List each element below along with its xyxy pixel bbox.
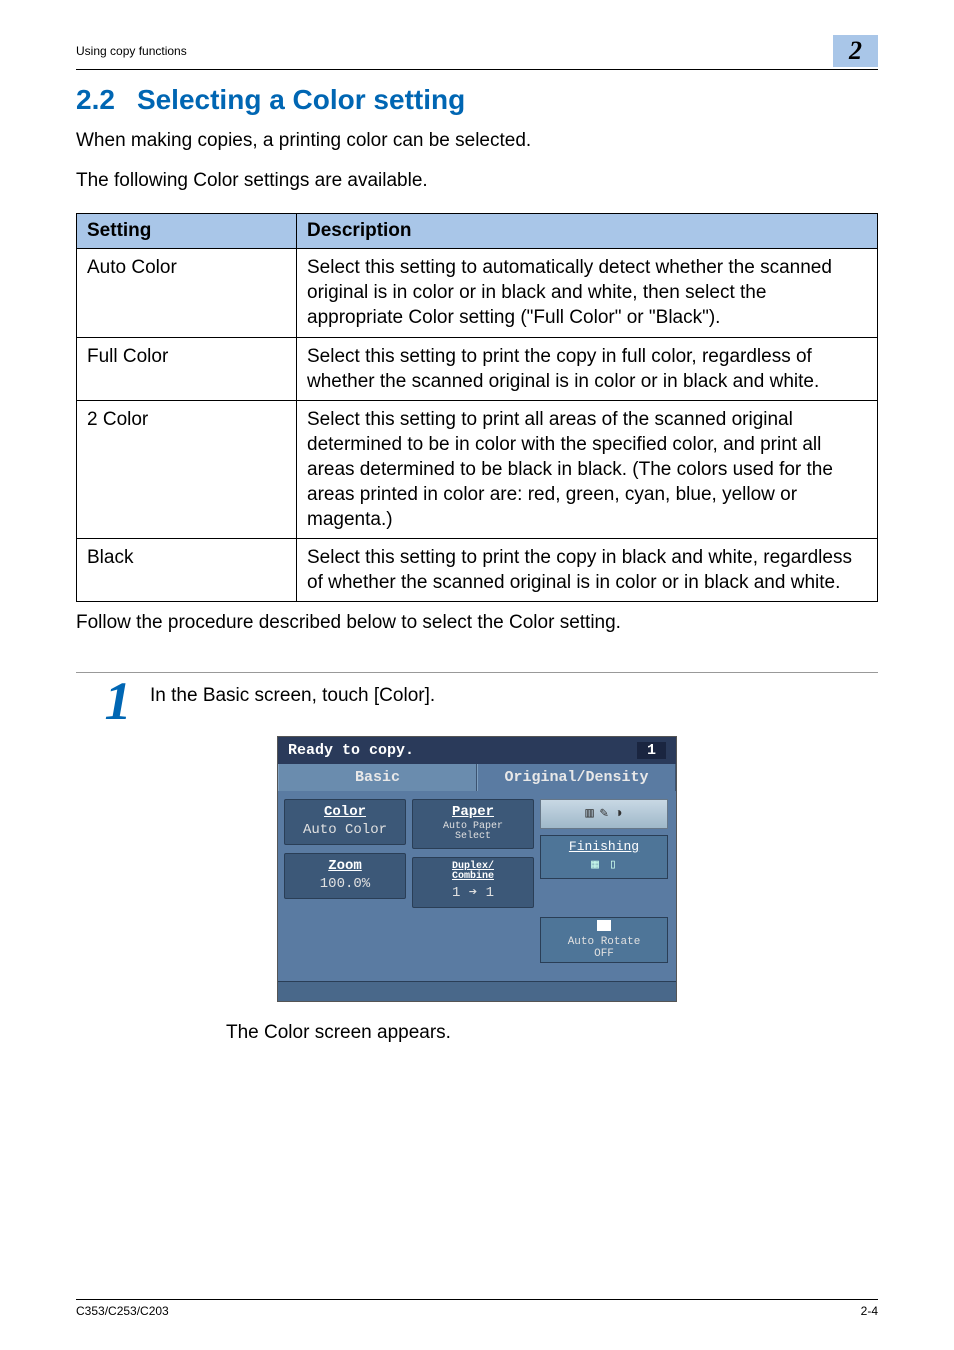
step-1-block: 1 In the Basic screen, touch [Color]. Re… — [76, 672, 878, 1044]
paper-title: Paper — [413, 804, 533, 820]
rotate-line1: Auto — [568, 936, 594, 948]
pen-icon: ✎ — [600, 805, 608, 822]
color-title: Color — [285, 804, 405, 820]
device-status-bar: Ready to copy. 1 — [278, 737, 676, 764]
zoom-title: Zoom — [285, 858, 405, 874]
table-row: Black Select this setting to print the c… — [77, 539, 878, 602]
tab-basic[interactable]: Basic — [278, 764, 477, 791]
step-number: 1 — [86, 677, 150, 726]
rotate-icon — [597, 920, 611, 931]
table-row: Auto Color Select this setting to automa… — [77, 249, 878, 337]
color-card[interactable]: Color Auto Color — [284, 799, 406, 845]
chapter-number-box: 2 — [833, 35, 878, 67]
footer-model: C353/C253/C203 — [76, 1304, 169, 1318]
intro-paragraph-2: The following Color settings are availab… — [76, 168, 878, 194]
setting-2color: 2 Color — [77, 400, 297, 538]
setting-fullcolor: Full Color — [77, 337, 297, 400]
tab-original-density[interactable]: Original/Density — [477, 764, 676, 791]
intro-paragraph-1: When making copies, a printing color can… — [76, 128, 878, 154]
auto-rotate-card[interactable]: Auto Rotate OFF — [540, 917, 668, 963]
table-header-setting: Setting — [77, 214, 297, 249]
preview-icon: ▥ — [585, 805, 593, 822]
description-black: Select this setting to print the copy in… — [297, 539, 878, 602]
table-row: Full Color Select this setting to print … — [77, 337, 878, 400]
fold-icon: ▯ — [609, 857, 617, 872]
staple-icon: ▦ — [591, 857, 599, 872]
setting-black: Black — [77, 539, 297, 602]
zoom-card[interactable]: Zoom 100.0% — [284, 853, 406, 899]
procedure-intro: Follow the procedure described below to … — [76, 612, 878, 634]
page-header: Using copy functions 2 — [76, 35, 878, 70]
description-2color: Select this setting to print all areas o… — [297, 400, 878, 538]
rotate-label: Rotate — [601, 936, 641, 948]
finishing-card[interactable]: Finishing ▦ ▯ — [540, 835, 668, 879]
section-title-text: Selecting a Color setting — [137, 84, 465, 115]
settings-table: Setting Description Auto Color Select th… — [76, 213, 878, 602]
section-heading: 2.2 Selecting a Color setting — [76, 84, 878, 116]
footer-page-number: 2-4 — [861, 1304, 878, 1318]
scan-icon: ◑ — [614, 806, 622, 822]
description-fullcolor: Select this setting to print the copy in… — [297, 337, 878, 400]
color-value: Auto Color — [285, 822, 405, 838]
device-counter: 1 — [637, 742, 666, 759]
table-row: 2 Color Select this setting to print all… — [77, 400, 878, 538]
device-bottom-bar — [278, 981, 676, 1001]
paper-line2: Select — [455, 831, 491, 842]
rotate-line2: OFF — [594, 948, 614, 960]
table-header-description: Description — [297, 214, 878, 249]
zoom-value: 100.0% — [285, 876, 405, 892]
duplex-title2: Combine — [452, 871, 494, 882]
page-footer: C353/C253/C203 2-4 — [76, 1299, 878, 1318]
preview-strip: ▥ ✎ ◑ — [540, 799, 668, 829]
step-result-text: The Color screen appears. — [226, 1022, 878, 1044]
step-instruction: In the Basic screen, touch [Color]. — [150, 677, 435, 707]
finishing-title: Finishing — [541, 839, 667, 854]
device-screenshot: Ready to copy. 1 Basic Original/Density … — [277, 736, 677, 1002]
section-number: 2.2 — [76, 84, 115, 115]
description-autocolor: Select this setting to automatically det… — [297, 249, 878, 337]
duplex-card[interactable]: Duplex/ Combine 1 ➔ 1 — [412, 857, 534, 908]
paper-card[interactable]: Paper Auto Paper Select — [412, 799, 534, 849]
device-status-text: Ready to copy. — [288, 742, 414, 759]
duplex-value: 1 ➔ 1 — [413, 884, 533, 901]
running-header-text: Using copy functions — [76, 44, 187, 58]
setting-autocolor: Auto Color — [77, 249, 297, 337]
